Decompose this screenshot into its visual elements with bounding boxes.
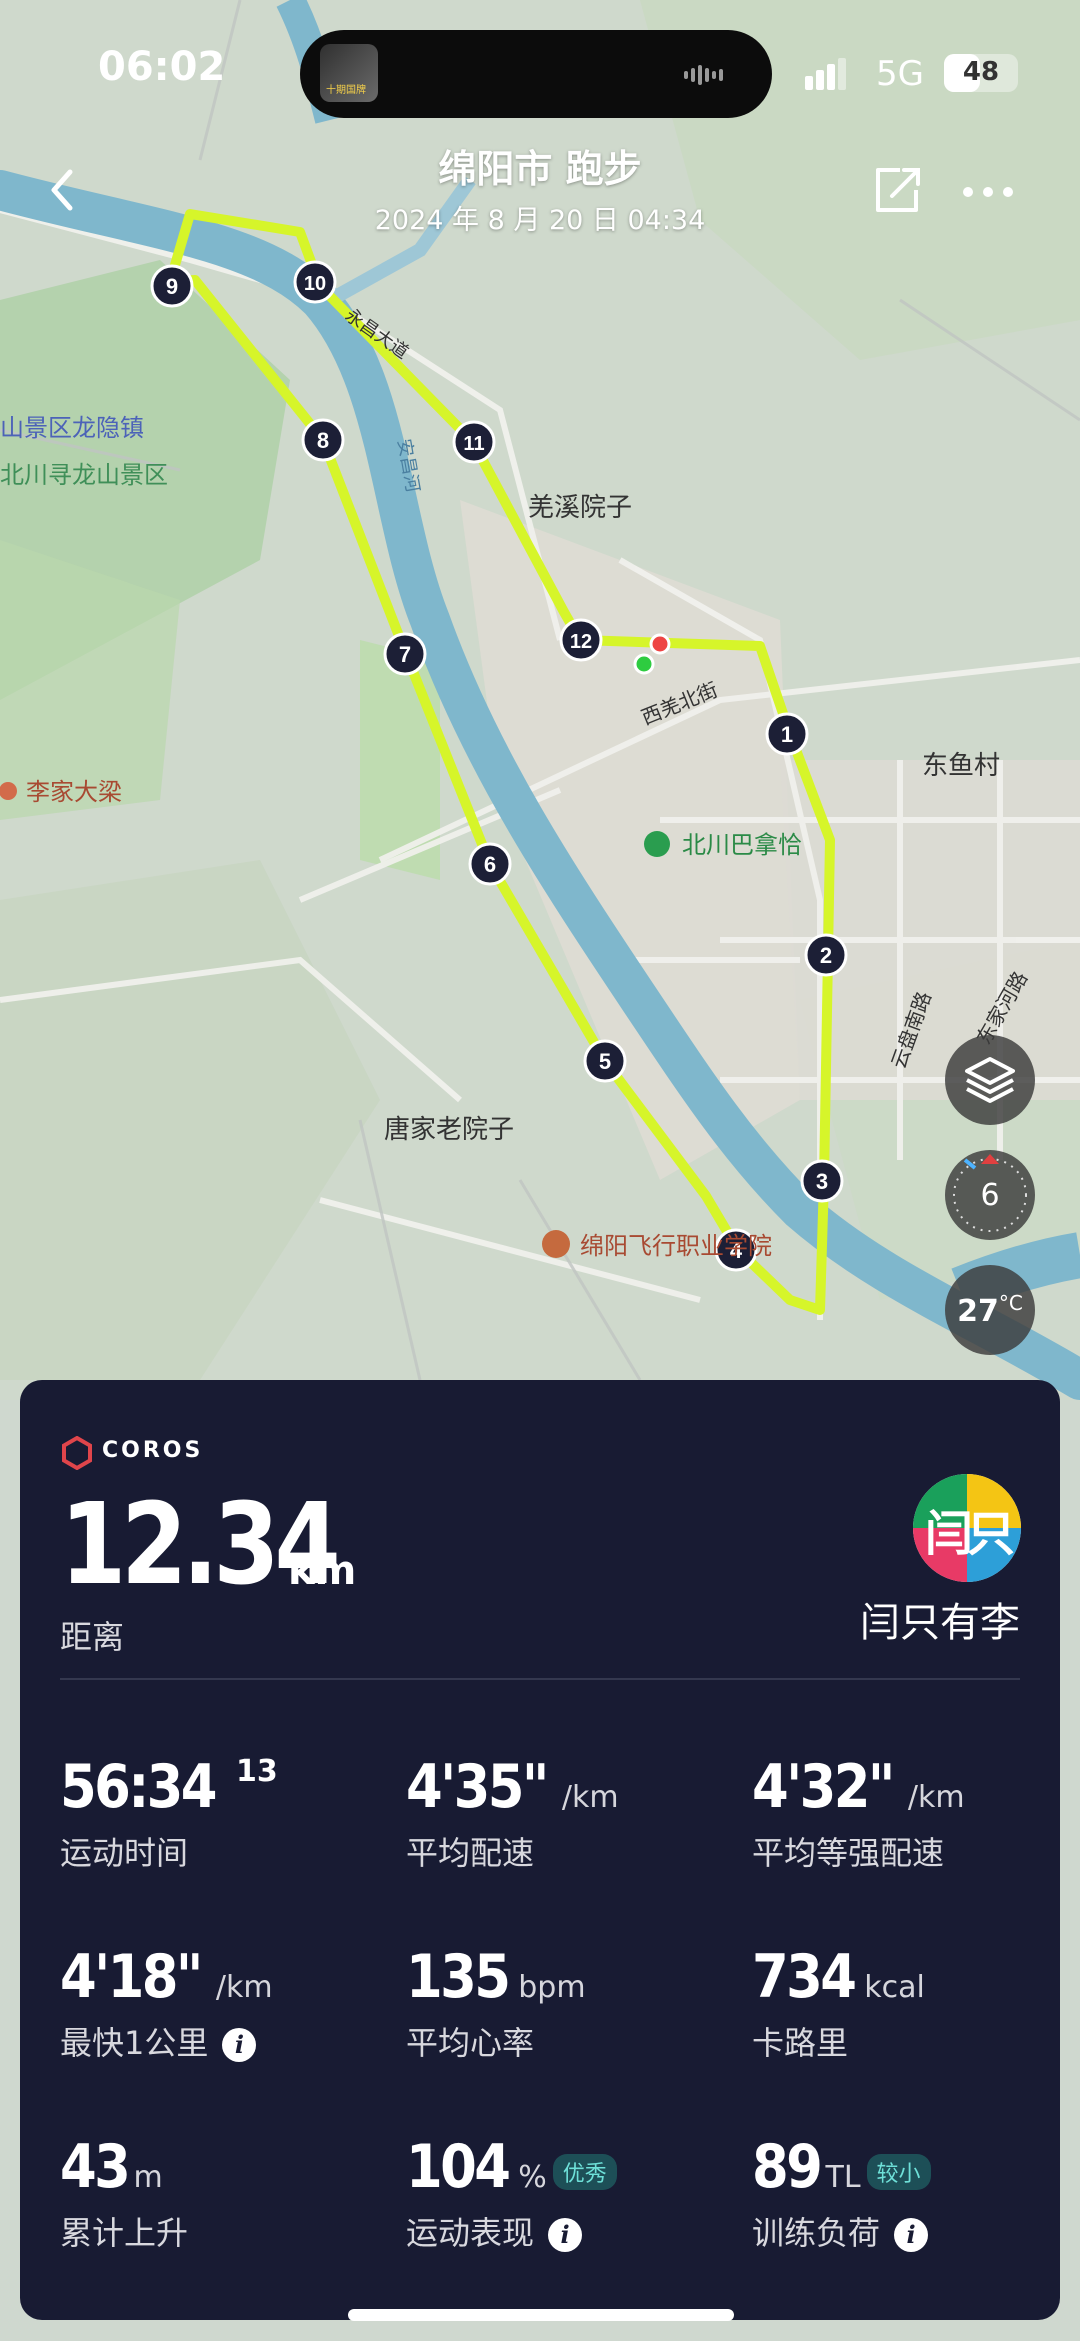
avg-eq-pace-value: 4'32" <box>752 1752 895 1822</box>
distance-unit: km <box>288 1548 357 1594</box>
km-marker-label: 11 <box>463 433 484 455</box>
map-layers-button[interactable] <box>945 1035 1035 1125</box>
training-load-info-icon[interactable]: i <box>894 2218 929 2252</box>
km-marker-label: 1 <box>781 722 793 747</box>
home-indicator[interactable] <box>348 2309 734 2321</box>
km-marker-label: 5 <box>599 1049 611 1074</box>
avg-hr-unit: bpm <box>518 1970 586 2005</box>
ascent-unit: m <box>133 2160 163 2195</box>
media-thumbnail-text: 十期国牌 <box>326 85 366 96</box>
performance-badge: 优秀 <box>552 2154 617 2190</box>
temperature-value: 27 <box>957 1294 999 1329</box>
fastest-km-label: 最快1公里 <box>60 2024 209 2062</box>
duration-centiseconds: 13 <box>236 1754 278 1789</box>
km-marker-1[interactable]: 1 <box>765 712 809 756</box>
performance-label: 运动表现 <box>406 2214 535 2252</box>
km-marker-3[interactable]: 3 <box>800 1159 844 1203</box>
battery-icon: 48 <box>944 54 1018 92</box>
avg-pace-unit: /km <box>561 1780 619 1815</box>
avg-pace-value: 4'35" <box>406 1752 549 1822</box>
km-marker-9[interactable]: 9 <box>150 264 194 308</box>
temperature-unit: °C <box>998 1291 1023 1315</box>
map-label-feixing: 绵阳飞行职业学院 <box>580 1233 772 1260</box>
fastest-km-info-icon[interactable]: i <box>222 2028 257 2062</box>
km-marker-12[interactable]: 12 <box>559 618 603 662</box>
user-name: 闫只有李 <box>860 1600 1020 1646</box>
layers-icon <box>965 1057 1015 1103</box>
km-marker-2[interactable]: 2 <box>804 933 848 977</box>
avatar[interactable]: 闫只有李 <box>913 1474 1021 1582</box>
fastest-km-value: 4'18" <box>60 1942 203 2012</box>
compass-value: 6 <box>980 1178 1000 1213</box>
km-marker-label: 7 <box>399 642 411 667</box>
more-options-icon[interactable] <box>958 172 1018 212</box>
training-load-label: 训练负荷 <box>752 2214 881 2252</box>
calories-value: 734 <box>752 1942 857 2012</box>
media-thumbnail: 十期国牌 <box>320 44 378 102</box>
brand-name: COROS <box>102 1438 204 1463</box>
divider <box>60 1678 1020 1680</box>
end-marker <box>649 633 671 655</box>
start-marker <box>633 653 655 675</box>
km-marker-6[interactable]: 6 <box>468 842 512 886</box>
map-label-xunlong: 北川寻龙山景区 <box>0 462 168 489</box>
km-marker-label: 12 <box>570 631 592 653</box>
map-label-lijia: 李家大梁 <box>26 779 122 806</box>
activity-summary-card: COROS 12.34 km 距离 闫只有李 闫只有李 56:3413 运动时间… <box>20 1380 1060 2320</box>
km-marker-label: 9 <box>166 274 178 299</box>
training-load-unit: TL <box>825 2160 861 2195</box>
audio-wave-icon <box>684 64 738 86</box>
map-label-tangjia: 唐家老院子 <box>384 1114 514 1144</box>
dynamic-island[interactable]: 十期国牌 <box>300 30 772 118</box>
duration-label: 运动时间 <box>60 1834 189 1872</box>
map-label-bachuan: 北川巴拿恰 <box>682 832 802 859</box>
network-type: 5G <box>876 54 924 94</box>
map-label-qiangxi: 羌溪院子 <box>528 492 632 522</box>
km-marker-label: 8 <box>317 428 329 453</box>
status-bar: 06:02 十期国牌 5G 48 <box>0 0 1080 140</box>
coros-hex-icon <box>62 1436 92 1470</box>
ascent-label: 累计上升 <box>60 2214 189 2252</box>
avg-pace-label: 平均配速 <box>406 1834 535 1872</box>
avg-hr-label: 平均心率 <box>406 2024 535 2062</box>
performance-unit: % <box>518 2160 547 2195</box>
ascent-value: 43 <box>60 2132 131 2202</box>
avg-hr-value: 135 <box>406 1942 511 2012</box>
km-marker-label: 2 <box>820 943 832 968</box>
avg-eq-pace-unit: /km <box>907 1780 965 1815</box>
calories-label: 卡路里 <box>752 2024 849 2062</box>
map-label-longyin: 山景区龙隐镇 <box>0 415 144 442</box>
km-marker-label: 6 <box>484 852 496 877</box>
performance-value: 104 <box>406 2132 511 2202</box>
km-marker-label: 3 <box>816 1169 828 1194</box>
distance-label: 距离 <box>60 1618 125 1656</box>
duration-value: 56:34 <box>60 1752 218 1822</box>
km-marker-5[interactable]: 5 <box>583 1039 627 1083</box>
km-marker-8[interactable]: 8 <box>301 418 345 462</box>
training-load-value: 89 <box>752 2132 823 2202</box>
km-marker-label: 10 <box>304 273 326 295</box>
avatar-text: 闫只有李 <box>924 1506 1015 1582</box>
weather-temperature[interactable]: 27°C <box>945 1265 1035 1355</box>
performance-info-icon[interactable]: i <box>548 2218 583 2252</box>
signal-icon <box>805 58 849 90</box>
share-icon[interactable] <box>870 162 926 218</box>
fastest-km-unit: /km <box>215 1970 273 2005</box>
calories-unit: kcal <box>864 1970 925 2005</box>
km-marker-7[interactable]: 7 <box>383 632 427 676</box>
km-marker-11[interactable]: 11 <box>452 420 496 464</box>
battery-percent: 48 <box>962 57 1000 87</box>
avg-eq-pace-label: 平均等强配速 <box>752 1834 945 1872</box>
training-load-badge: 较小 <box>866 2154 931 2190</box>
status-time: 06:02 <box>98 44 226 90</box>
compass-button[interactable]: 6 <box>945 1150 1035 1240</box>
km-marker-10[interactable]: 10 <box>293 260 337 304</box>
map-label-dongyu: 东鱼村 <box>922 750 1000 780</box>
